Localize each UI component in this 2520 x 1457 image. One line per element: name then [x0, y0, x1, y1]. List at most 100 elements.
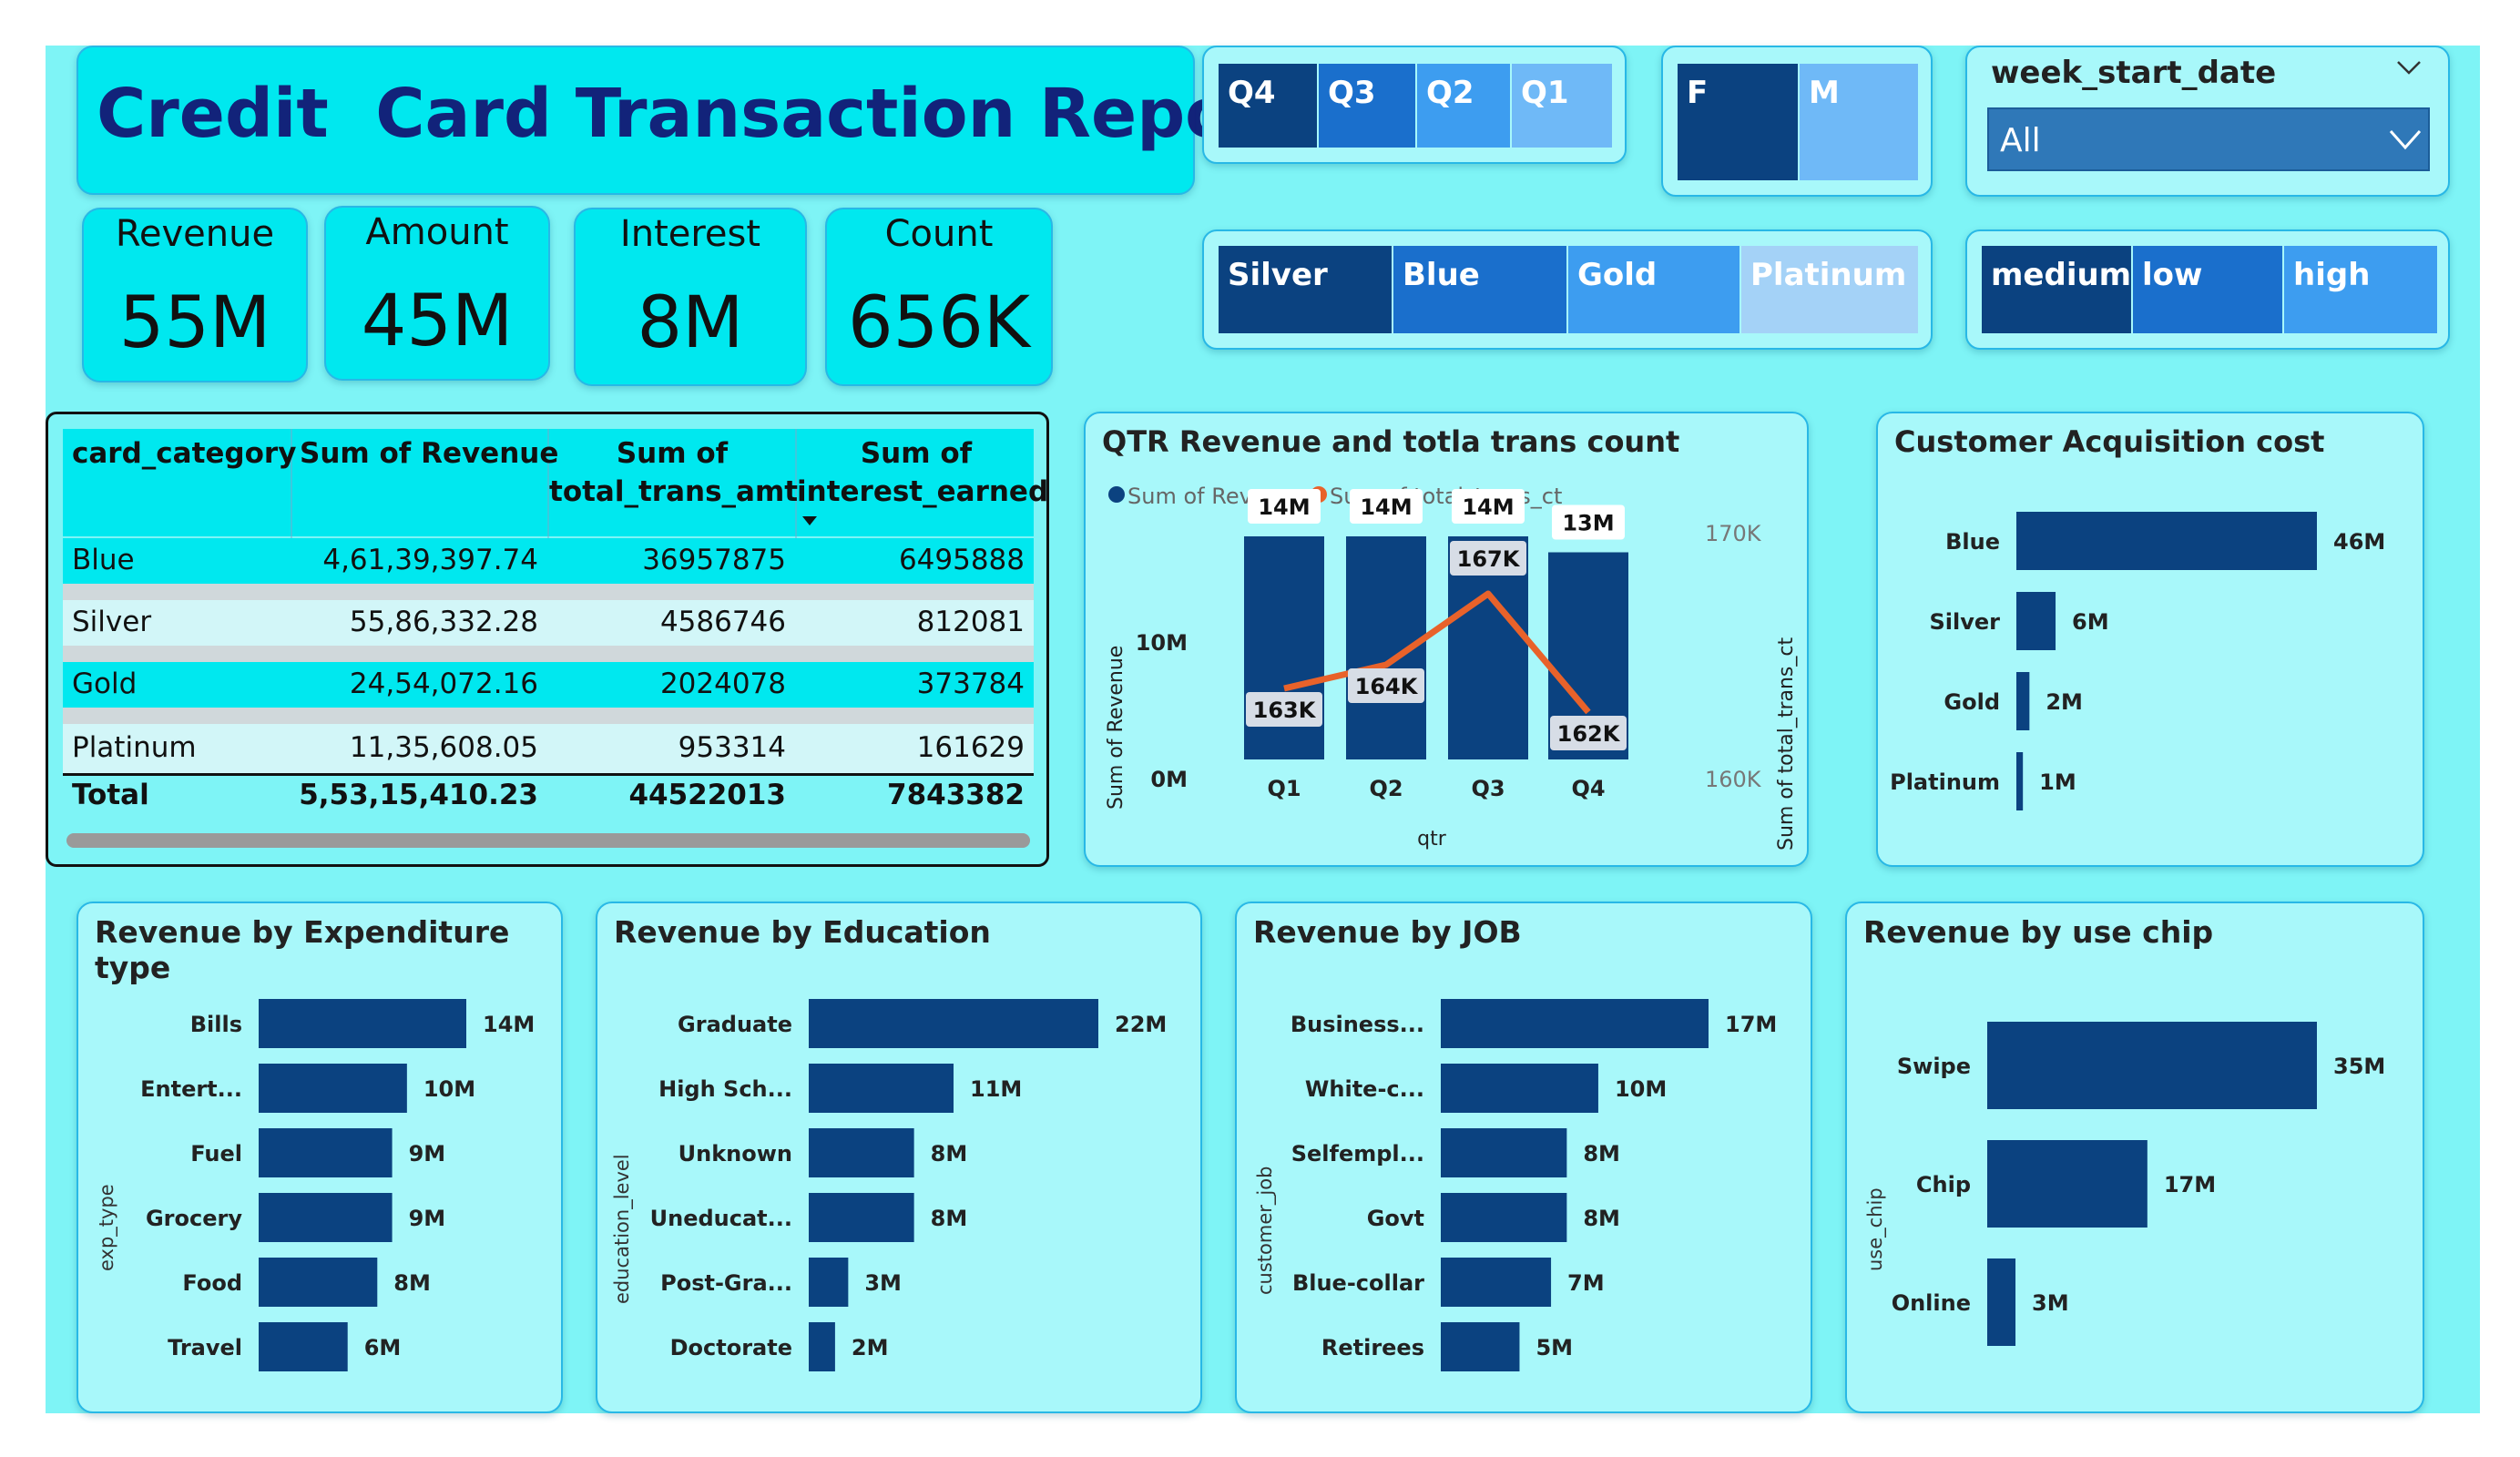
table-cell: 55,86,332.28 — [349, 606, 538, 638]
income-slicer: medium low high — [1965, 229, 2450, 350]
qtr-chart: Sum of Revenue Sum of total_trans_ct Sum… — [1105, 484, 1798, 851]
table-cell: Blue — [72, 544, 135, 576]
table-header-amt-line1[interactable]: Sum of — [549, 434, 795, 473]
x-axis-title: qtr — [1417, 828, 1447, 851]
legend-revenue-swatch — [1108, 486, 1125, 503]
week-dropdown[interactable]: All — [1987, 107, 2430, 171]
bar-value-label: 6M — [2072, 609, 2109, 635]
bar — [259, 1064, 407, 1113]
x-tick-label: Q2 — [1369, 776, 1403, 801]
left-tick: 10M — [1136, 630, 1188, 656]
category-label: Bills — [190, 1012, 242, 1037]
table-row-separator — [63, 708, 1034, 724]
kpi-value: 8M — [637, 282, 744, 364]
bar — [1987, 1258, 2016, 1346]
right-axis-title: Sum of total_trans_ct — [1775, 637, 1798, 851]
bar — [259, 1258, 378, 1307]
table-cell: 2024078 — [659, 667, 786, 700]
card-category-option[interactable]: Gold — [1568, 246, 1741, 333]
chevron-down-icon[interactable] — [2395, 58, 2423, 76]
gender-option[interactable]: F — [1678, 64, 1800, 180]
bar — [1441, 1128, 1567, 1177]
category-label: Business... — [1291, 1012, 1424, 1037]
chip-chart: use_chip Swipe 35M Chip 17M Online 3M — [1864, 1022, 2385, 1346]
sort-descending-icon[interactable] — [801, 515, 819, 527]
table-header-revenue[interactable]: Sum of Revenue — [300, 434, 558, 473]
income-option[interactable]: low — [2133, 246, 2284, 333]
bar-value-label: 22M — [1115, 1012, 1167, 1037]
trans-data-label: 164K — [1355, 674, 1419, 699]
category-label: Uneducat... — [650, 1206, 792, 1231]
quarter-option[interactable]: Q1 — [1512, 64, 1612, 148]
bar — [1441, 1064, 1598, 1113]
left-tick: 0M — [1150, 767, 1188, 792]
report-canvas: Credit Card Transaction Report Revenue 5… — [46, 46, 2480, 1413]
bar-value-label: 17M — [2164, 1172, 2216, 1197]
card-category-option[interactable]: Platinum — [1741, 246, 1918, 333]
bar — [2016, 592, 2056, 650]
bar-value-label: 8M — [1583, 1141, 1620, 1167]
revenue-data-label: 14M — [1462, 494, 1514, 520]
income-option[interactable]: high — [2284, 246, 2437, 333]
bar — [1441, 1322, 1520, 1371]
category-label: Govt — [1367, 1206, 1424, 1231]
bar — [1987, 1022, 2317, 1109]
kpi-label: Revenue — [115, 213, 275, 255]
gender-slicer: F M — [1661, 46, 1933, 197]
kpi-amount-card: Amount 45M — [324, 206, 550, 381]
table-header-interest-line2[interactable]: interest_earned — [797, 473, 1048, 511]
card-category-option[interactable]: Blue — [1393, 246, 1568, 333]
qtr-chart-card: QTR Revenue and totla trans count Sum of… — [1084, 412, 1809, 867]
edu-chart-card: Revenue by Education education_level Gra… — [596, 902, 1202, 1413]
table-cell: Gold — [72, 667, 138, 700]
quarter-option[interactable]: Q2 — [1417, 64, 1512, 148]
category-label: Gold — [1944, 689, 2000, 715]
table-header-interest-line1[interactable]: Sum of — [797, 434, 1036, 473]
table-cell: 373784 — [916, 667, 1025, 700]
revenue-data-label: 14M — [1360, 494, 1412, 520]
category-label: Travel — [168, 1335, 242, 1360]
category-label: Online — [1892, 1290, 1971, 1316]
table-header-amt-line2[interactable]: total_trans_amt — [549, 473, 798, 511]
exp-chart-card: Revenue by Expenditure type exp_type Bil… — [77, 902, 563, 1413]
axis-title: use_chip — [1864, 1187, 1887, 1271]
axis-title: education_level — [611, 1154, 634, 1304]
category-label: Blue — [1945, 529, 2000, 555]
bar — [809, 1128, 914, 1177]
table-total-cell: 7843382 — [887, 779, 1025, 811]
bar-value-label: 35M — [2333, 1054, 2385, 1079]
table-cell: 4,61,39,397.74 — [322, 544, 538, 576]
table-cell: 24,54,072.16 — [349, 667, 538, 700]
title-card: Credit Card Transaction Report — [77, 46, 1297, 195]
category-label: Graduate — [678, 1012, 792, 1037]
quarter-option[interactable]: Q3 — [1319, 64, 1417, 148]
category-label: White-c... — [1305, 1076, 1424, 1102]
bar-value-label: 8M — [1583, 1206, 1620, 1231]
gender-option[interactable]: M — [1800, 64, 1918, 180]
quarter-option[interactable]: Q4 — [1219, 64, 1319, 148]
table-cell: Platinum — [72, 731, 197, 764]
bar — [2016, 512, 2317, 570]
income-option[interactable]: medium — [1982, 246, 2133, 333]
trans-data-label: 167K — [1457, 546, 1521, 572]
category-label: Fuel — [190, 1141, 242, 1167]
bar — [1441, 1258, 1552, 1307]
category-label: Retirees — [1321, 1335, 1424, 1360]
bar — [1987, 1140, 2148, 1228]
axis-title: exp_type — [96, 1184, 118, 1271]
bar-value-label: 46M — [2333, 529, 2385, 555]
week-dropdown-value: All — [2000, 122, 2041, 159]
card-category-option[interactable]: Silver — [1219, 246, 1393, 333]
revenue-data-label: 14M — [1258, 494, 1310, 520]
horizontal-scrollbar[interactable] — [66, 833, 1030, 848]
bar — [259, 1322, 348, 1371]
category-label: Doctorate — [670, 1335, 792, 1360]
category-label: High Sch... — [658, 1076, 792, 1102]
table-cell: 11,35,608.05 — [349, 731, 538, 764]
table-cell: 953314 — [678, 731, 786, 764]
table-header-card-category[interactable]: card_category — [72, 434, 296, 473]
category-label: Blue-collar — [1292, 1270, 1424, 1296]
kpi-interest-card: Interest 8M — [574, 208, 807, 386]
table-total-cell: 44522013 — [628, 779, 786, 811]
bar — [259, 1128, 393, 1177]
